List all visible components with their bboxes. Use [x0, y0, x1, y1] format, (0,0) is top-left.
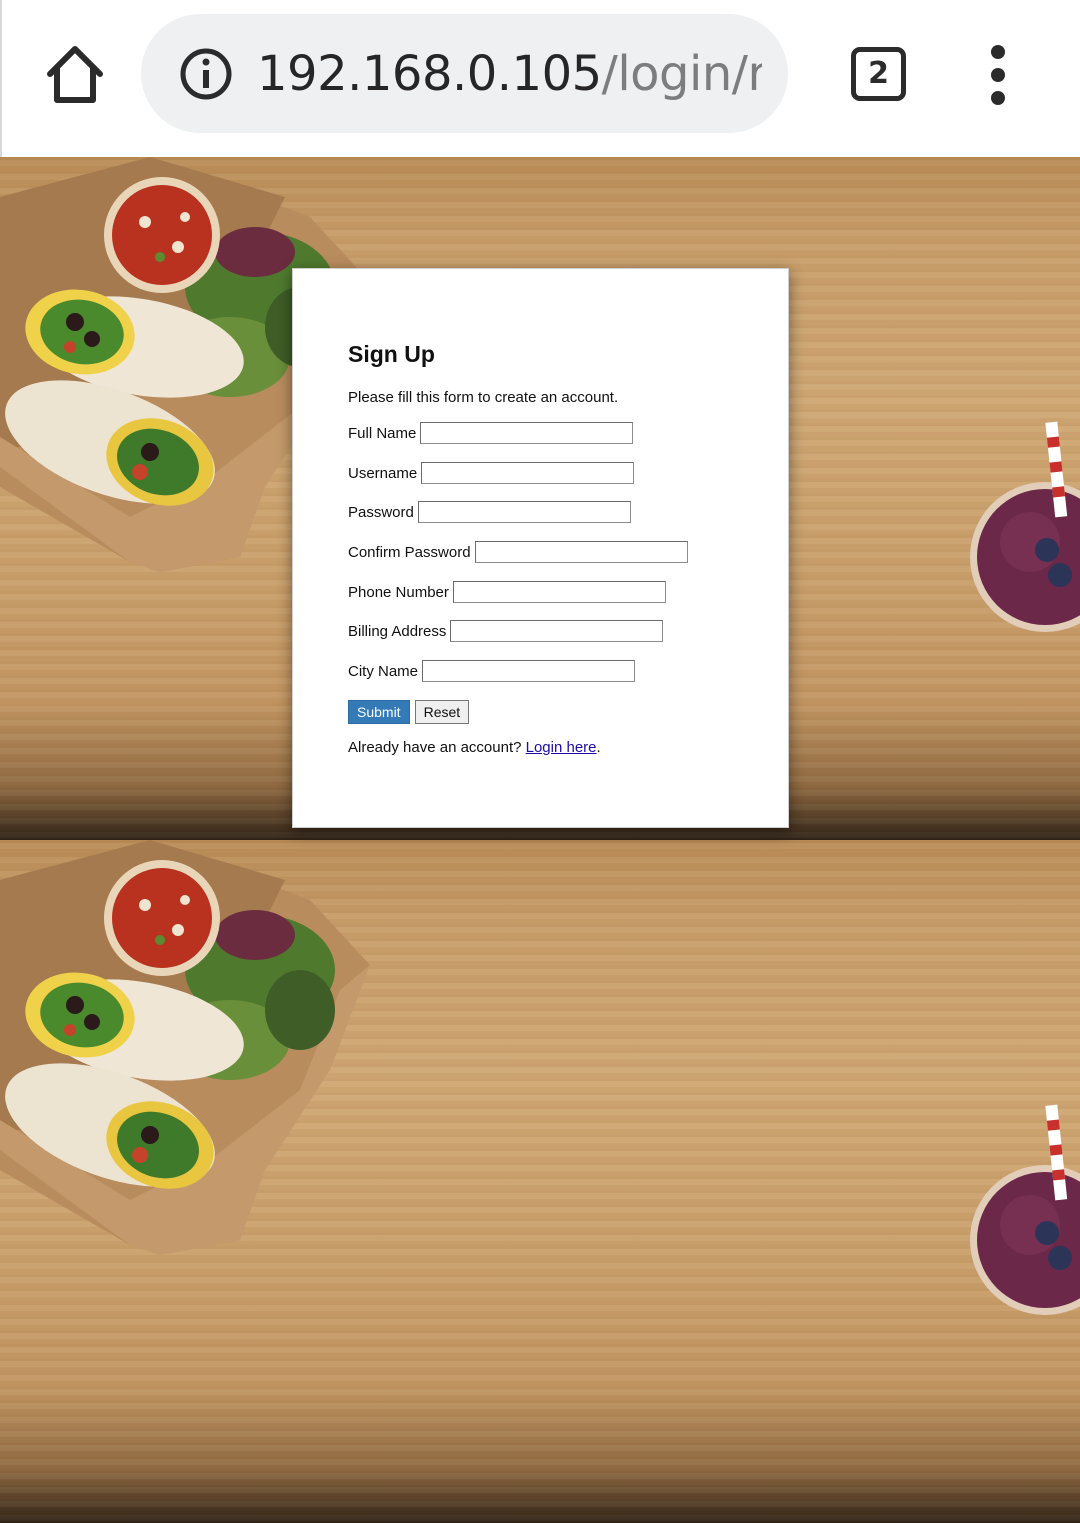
login-prompt-line: Already have an account? Login here.	[348, 739, 601, 756]
phone-number-label: Phone Number	[348, 583, 449, 601]
reset-button[interactable]: Reset	[414, 700, 470, 724]
confirm-password-row: Confirm Password	[348, 540, 688, 564]
background-image-bottom	[0, 840, 1080, 1523]
browser-toolbar: 192.168.0.105/login/re 2	[0, 0, 1080, 157]
lunch-box-image	[0, 840, 370, 1255]
username-row: Username	[348, 461, 635, 485]
form-instructions: Please fill this form to create an accou…	[348, 389, 619, 406]
smoothie-image	[970, 1104, 1080, 1315]
overflow-menu-icon[interactable]	[982, 45, 1014, 105]
username-label: Username	[348, 464, 418, 482]
login-prompt-text: Already have an account?	[348, 739, 522, 756]
tab-switcher-button[interactable]: 2	[851, 47, 906, 101]
full-name-input[interactable]	[420, 422, 634, 444]
smoothie-image	[970, 421, 1080, 632]
signup-card: Sign Up Please fill this form to create …	[292, 268, 789, 828]
billing-address-row: Billing Address	[348, 619, 664, 643]
page-title: Sign Up	[348, 341, 435, 367]
url-text[interactable]: 192.168.0.105/login/re	[257, 42, 762, 106]
phone-number-row: Phone Number	[348, 580, 666, 604]
confirm-password-input[interactable]	[474, 541, 688, 563]
city-name-row: City Name	[348, 659, 636, 683]
food-illustration-repeat	[0, 840, 1080, 1315]
password-label: Password	[348, 503, 414, 521]
login-link[interactable]: Login here	[526, 739, 597, 756]
login-suffix: .	[596, 739, 601, 756]
form-actions: Submit Reset	[348, 700, 470, 724]
confirm-password-label: Confirm Password	[348, 543, 471, 561]
url-path: /login/re	[601, 46, 762, 102]
billing-address-label: Billing Address	[348, 622, 447, 640]
phone-number-input[interactable]	[452, 581, 666, 603]
home-icon[interactable]	[40, 40, 110, 110]
submit-button[interactable]: Submit	[348, 700, 410, 724]
address-bar[interactable]: 192.168.0.105/login/re	[141, 14, 788, 133]
password-row: Password	[348, 500, 631, 524]
url-host: 192.168.0.105	[257, 46, 602, 102]
full-name-row: Full Name	[348, 421, 634, 445]
password-input[interactable]	[417, 501, 631, 523]
city-name-input[interactable]	[422, 660, 636, 682]
info-icon[interactable]	[179, 47, 233, 101]
city-name-label: City Name	[348, 662, 419, 680]
full-name-label: Full Name	[348, 424, 417, 442]
billing-address-input[interactable]	[450, 620, 664, 642]
username-input[interactable]	[421, 462, 635, 484]
